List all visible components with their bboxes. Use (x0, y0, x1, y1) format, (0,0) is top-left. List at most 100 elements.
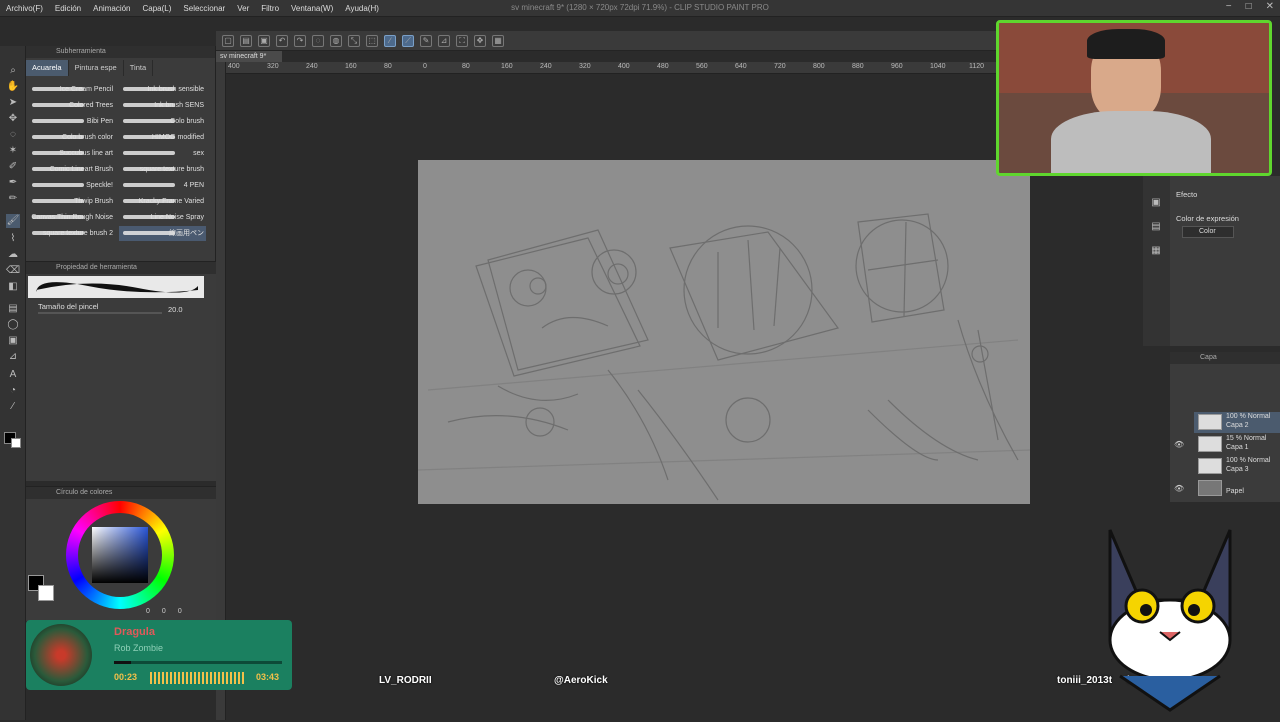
open-file-icon[interactable]: ▤ (240, 34, 252, 47)
saturation-square[interactable] (92, 527, 148, 583)
brush-item[interactable]: Kracky Frame Varied (119, 194, 206, 209)
brush-item[interactable]: Line Noise Spray (119, 210, 206, 225)
text-icon[interactable]: A (6, 368, 20, 382)
streamer-hair (1087, 29, 1165, 59)
balloon-icon[interactable]: ◔ (6, 384, 20, 398)
eye-icon[interactable]: 👁 (1174, 440, 1184, 449)
brush-item[interactable]: square texture brush 2 (28, 226, 115, 241)
layer-thumbnail (1198, 458, 1222, 474)
brush-label: Ink brush sensible (147, 86, 204, 93)
layer-row-papel[interactable]: Papel (1194, 478, 1280, 499)
brush-label: Colo brush (170, 118, 204, 125)
brush-item[interactable]: Ice Cream Pencil (28, 82, 115, 97)
layer-row-capa-2[interactable]: 100 % Normal Capa 2 (1194, 412, 1280, 433)
eraser-icon[interactable]: ⌫ (6, 264, 20, 278)
auto-select-icon[interactable]: ✶ (6, 144, 20, 158)
airbrush-icon[interactable]: ⌇ (6, 232, 20, 246)
menu-ver[interactable]: Ver (231, 4, 255, 13)
fill-icon[interactable]: ◍ (330, 34, 342, 47)
brush-item[interactable]: Thwip Brush (28, 194, 115, 209)
menu-capa[interactable]: Capa(L) (137, 4, 178, 13)
panel-icon-2[interactable]: ▤ (1149, 220, 1163, 234)
document-tab[interactable]: sv minecraft 9* (216, 51, 282, 62)
selection-icon[interactable]: ◌ (6, 128, 20, 142)
brush-label: 線画用ペン (169, 230, 204, 237)
move-hand-icon[interactable]: ✋ (6, 80, 20, 94)
ruler-tick-label: 400 (228, 63, 240, 70)
snap-ruler-icon[interactable]: ∕ (384, 34, 396, 47)
undo-icon[interactable]: ↶ (276, 34, 288, 47)
frame-icon[interactable]: ▣ (6, 334, 20, 348)
new-file-icon[interactable]: ▢ (222, 34, 234, 47)
save-icon[interactable]: ▣ (258, 34, 270, 47)
layer-mode: 100 % Normal (1226, 413, 1271, 420)
pencil-tool-icon[interactable]: ✏ (6, 192, 20, 206)
brush-item[interactable]: Bibi Pen (28, 114, 115, 129)
brush-item[interactable]: HIMOG modified (119, 130, 206, 145)
brush-item[interactable]: Colo brush (119, 114, 206, 129)
transform-icon[interactable]: ⤡ (348, 34, 360, 47)
move-layer-icon[interactable]: ✥ (6, 112, 20, 126)
brush-label: Line Noise Spray (150, 214, 204, 221)
brush-size-value[interactable]: 20.0 (168, 305, 183, 314)
brush-item[interactable]: Colored Trees (Changeable) (28, 98, 115, 113)
redo-icon[interactable]: ↷ (294, 34, 306, 47)
menu-animacion[interactable]: Animación (87, 4, 136, 13)
brush-label: 4 PEN (183, 182, 204, 189)
ruler-icon[interactable]: ⊿ (438, 34, 450, 47)
sub-color[interactable] (38, 585, 54, 601)
brush-tool-icon[interactable]: 🖌 (6, 214, 20, 228)
brush-item[interactable]: Canvas Thin Rough Noise (28, 210, 115, 225)
figure-icon[interactable]: ◯ (6, 318, 20, 332)
brush-item[interactable]: 4 PEN (119, 178, 206, 193)
tab-pintura[interactable]: Pintura espe (69, 60, 124, 76)
tab-acuarela[interactable]: Acuarela (26, 60, 69, 76)
menu-filtro[interactable]: Filtro (255, 4, 285, 13)
brush-item[interactable]: Speckle! (28, 178, 115, 193)
brush-item[interactable]: Ink brush sensible (119, 82, 206, 97)
pen-icon[interactable]: ✎ (420, 34, 432, 47)
close-button[interactable]: ✕ (1266, 1, 1274, 12)
clear-icon[interactable]: ◌ (312, 34, 324, 47)
layer-row-capa-1[interactable]: 15 % Normal Capa 1 (1194, 434, 1280, 455)
pen-tool-icon[interactable]: ✒ (6, 176, 20, 190)
expression-color-label: Color de expresión (1176, 214, 1239, 223)
crop-icon[interactable]: ⛶ (456, 34, 468, 47)
expression-color-select[interactable]: Color (1182, 226, 1234, 238)
panel-icon-1[interactable]: ▣ (1149, 196, 1163, 210)
maximize-button[interactable]: □ (1246, 1, 1252, 12)
brush-item[interactable]: Succubus line art (28, 146, 115, 161)
move-icon[interactable]: ✥ (474, 34, 486, 47)
brush-item[interactable]: Ink brush SENS (119, 98, 206, 113)
menu-seleccionar[interactable]: Seleccionar (177, 4, 231, 13)
menu-ayuda[interactable]: Ayuda(H) (339, 4, 385, 13)
ruler-tool-icon[interactable]: ⊿ (6, 350, 20, 364)
brush-item[interactable]: square texture brush (119, 162, 206, 177)
brush-item[interactable]: Colo brush color (28, 130, 115, 145)
blend-icon[interactable]: ☁ (6, 248, 20, 262)
brush-item[interactable]: 線画用ペン (119, 226, 206, 241)
panel-icon-3[interactable]: ▦ (1149, 244, 1163, 258)
menu-edicion[interactable]: Edición (49, 4, 87, 13)
sub-color-swatch[interactable] (11, 438, 21, 448)
operation-icon[interactable]: ➤ (6, 96, 20, 110)
zoom-icon[interactable]: ⌕ (6, 64, 20, 78)
fill-tool-icon[interactable]: ◧ (6, 280, 20, 294)
brush-size-slider[interactable] (38, 312, 162, 314)
correct-line-icon[interactable]: ∕ (6, 400, 20, 414)
eyedropper-icon[interactable]: ✐ (6, 160, 20, 174)
eye-icon[interactable]: 👁 (1174, 484, 1184, 493)
brush-item[interactable]: sex (119, 146, 206, 161)
layer-row-capa-3[interactable]: 100 % Normal Capa 3 (1194, 456, 1280, 477)
tab-tinta[interactable]: Tinta (124, 60, 154, 76)
minimize-button[interactable]: − (1226, 1, 1232, 12)
duration-time: 03:43 (256, 672, 280, 682)
menu-archivo[interactable]: Archivo(F) (0, 4, 49, 13)
brush-item[interactable]: Comic Lineart Brush (28, 162, 115, 177)
drawing-canvas[interactable] (418, 160, 1030, 504)
snap-special-ruler-icon[interactable]: ⟋ (402, 34, 414, 47)
grid-icon[interactable]: ▦ (492, 34, 504, 47)
deselect-icon[interactable]: ⬚ (366, 34, 378, 47)
menu-ventana[interactable]: Ventana(W) (285, 4, 339, 13)
gradient-icon[interactable]: ▤ (6, 302, 20, 316)
